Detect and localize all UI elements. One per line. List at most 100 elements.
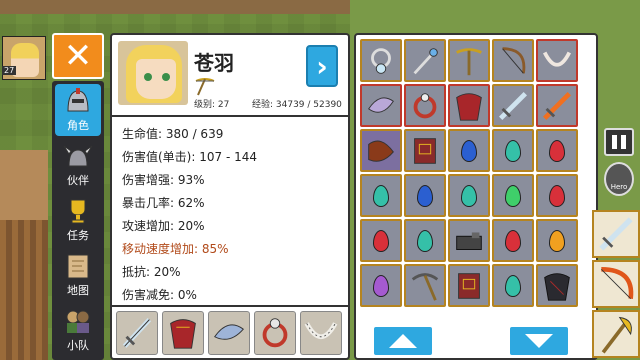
pause-button[interactable] <box>604 128 634 156</box>
character-level: 级别: 27 <box>194 100 230 110</box>
red-gem-icon <box>505 229 521 252</box>
inventory-slot[interactable] <box>448 219 490 262</box>
inventory-slot[interactable] <box>404 264 446 307</box>
blue-gem-icon <box>417 184 433 207</box>
background-fence <box>0 220 48 360</box>
background-roof <box>0 150 48 220</box>
equipment-slot-weapon[interactable] <box>116 311 158 355</box>
inventory-slot[interactable] <box>492 264 534 307</box>
inventory-slot[interactable] <box>448 84 490 127</box>
ring-icon <box>262 318 288 348</box>
teal-gem-icon <box>505 274 521 297</box>
red-armor-icon <box>170 319 196 349</box>
inventory-slot[interactable] <box>492 129 534 172</box>
inventory-slot[interactable] <box>404 219 446 262</box>
arrow-up-icon <box>389 334 417 348</box>
nav-item-companion[interactable]: 伙伴 <box>55 139 101 191</box>
inventory-slot[interactable] <box>492 84 534 127</box>
inventory-slot[interactable] <box>360 219 402 262</box>
inventory-slot[interactable] <box>492 174 534 217</box>
inventory-panel <box>354 33 598 360</box>
hero-button[interactable]: Hero <box>604 162 634 196</box>
inventory-slot[interactable] <box>536 219 578 262</box>
inventory-slot[interactable] <box>360 39 402 82</box>
quick-slot-axe[interactable] <box>592 310 640 358</box>
equipment-slot-ring[interactable] <box>254 311 296 355</box>
inventory-slot[interactable] <box>360 174 402 217</box>
inventory-slot[interactable] <box>448 129 490 172</box>
red-armor-icon <box>456 92 482 121</box>
equipment-slot-charm[interactable] <box>208 311 250 355</box>
horned-helmet-icon <box>63 145 93 167</box>
inventory-slot[interactable] <box>404 174 446 217</box>
nav-item-quest[interactable]: 任务 <box>55 194 101 246</box>
teal-gem-icon <box>417 229 433 252</box>
inventory-slot[interactable] <box>536 39 578 82</box>
inventory-slot[interactable] <box>492 219 534 262</box>
next-character-button[interactable]: › <box>306 45 338 87</box>
axe-icon <box>601 316 632 354</box>
inventory-slot[interactable] <box>448 39 490 82</box>
bow-icon <box>502 46 526 74</box>
pickaxe-icon <box>411 272 439 301</box>
nav-item-map[interactable]: 地图 <box>55 249 101 301</box>
red-gem-icon <box>549 139 565 162</box>
pause-icon <box>612 135 617 149</box>
stat-damage-reduction: 伤害减免: 0% <box>122 288 197 302</box>
portrait-eye-right <box>162 73 170 81</box>
portrait-face <box>136 59 176 99</box>
sword-icon <box>122 317 152 348</box>
inventory-slot[interactable] <box>536 129 578 172</box>
equipment-slot-armor[interactable] <box>162 311 204 355</box>
gauntlet-icon <box>456 231 482 250</box>
character-panel: 苍羽 级别: 27 经验: 34739 / 52390 › 生命值: 380 /… <box>110 33 350 360</box>
scroll-up-button[interactable] <box>372 325 434 357</box>
amulet-icon <box>371 47 391 74</box>
red-gem-icon <box>373 229 389 252</box>
equipment-slot-necklace[interactable] <box>300 311 342 355</box>
hero-label: Hero <box>610 183 628 191</box>
teal-gem-icon <box>505 139 521 162</box>
inventory-slot[interactable] <box>404 84 446 127</box>
spellbook-icon <box>458 272 480 299</box>
crossbow-icon <box>456 47 482 75</box>
dragon-bow-icon <box>368 140 394 162</box>
quick-slot-bow[interactable] <box>592 260 640 308</box>
scroll-down-button[interactable] <box>508 325 570 357</box>
inventory-slot[interactable] <box>536 264 578 307</box>
nav-label-character: 角色 <box>67 119 89 132</box>
quick-slot-sword[interactable] <box>592 210 640 258</box>
sword-icon <box>599 217 633 251</box>
inventory-grid <box>360 39 578 307</box>
close-button[interactable]: ✕ <box>52 33 104 79</box>
inventory-slot[interactable] <box>448 264 490 307</box>
orange-gem-icon <box>549 229 565 252</box>
nav-label-companion: 伙伴 <box>67 174 89 187</box>
menu-sidebar: 角色 伙伴 任务 地图 小队 <box>52 81 104 360</box>
stat-hp: 生命值: 380 / 639 <box>122 127 224 141</box>
inventory-slot[interactable] <box>404 129 446 172</box>
inventory-slot[interactable] <box>448 174 490 217</box>
teal-gem-icon <box>461 184 477 207</box>
nav-item-character[interactable]: 角色 <box>55 84 101 136</box>
feather-charm-icon <box>214 324 244 340</box>
arrow-down-icon <box>525 334 553 348</box>
stat-move-speed: 移动速度增加: 85% <box>122 242 229 256</box>
spellbook-icon <box>414 137 436 164</box>
map-scroll-icon <box>67 254 89 279</box>
inventory-slot[interactable] <box>536 84 578 127</box>
inventory-slot[interactable] <box>492 39 534 82</box>
player-level: 27 <box>2 66 17 75</box>
portrait-eye-left <box>144 73 152 81</box>
flame-sword-icon <box>543 91 571 120</box>
inventory-slot[interactable] <box>360 84 402 127</box>
stat-damage-boost: 伤害增强: 93% <box>122 173 205 187</box>
nav-item-party[interactable]: 小队 <box>55 304 101 356</box>
necklace-icon <box>542 51 572 67</box>
inventory-slot[interactable] <box>536 174 578 217</box>
inventory-slot[interactable] <box>360 129 402 172</box>
inventory-slot[interactable] <box>360 264 402 307</box>
inventory-slot[interactable] <box>404 39 446 82</box>
character-name: 苍羽 <box>194 51 234 75</box>
sword-icon <box>499 91 527 120</box>
